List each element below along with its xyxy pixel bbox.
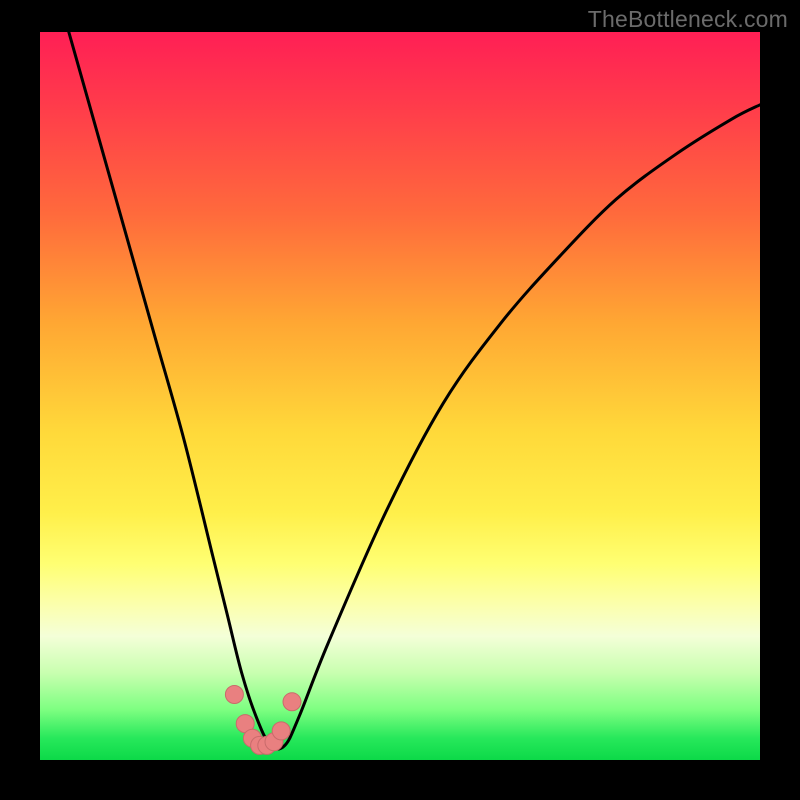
- curve-line: [69, 32, 760, 749]
- valley-marker: [225, 686, 243, 704]
- bottleneck-curve: [69, 32, 760, 749]
- chart-frame: TheBottleneck.com: [0, 0, 800, 800]
- watermark-text: TheBottleneck.com: [588, 6, 788, 33]
- bottleneck-curve-svg: [40, 32, 760, 760]
- valley-marker: [272, 722, 290, 740]
- valley-marker: [283, 693, 301, 711]
- plot-area: [40, 32, 760, 760]
- valley-markers: [225, 686, 301, 755]
